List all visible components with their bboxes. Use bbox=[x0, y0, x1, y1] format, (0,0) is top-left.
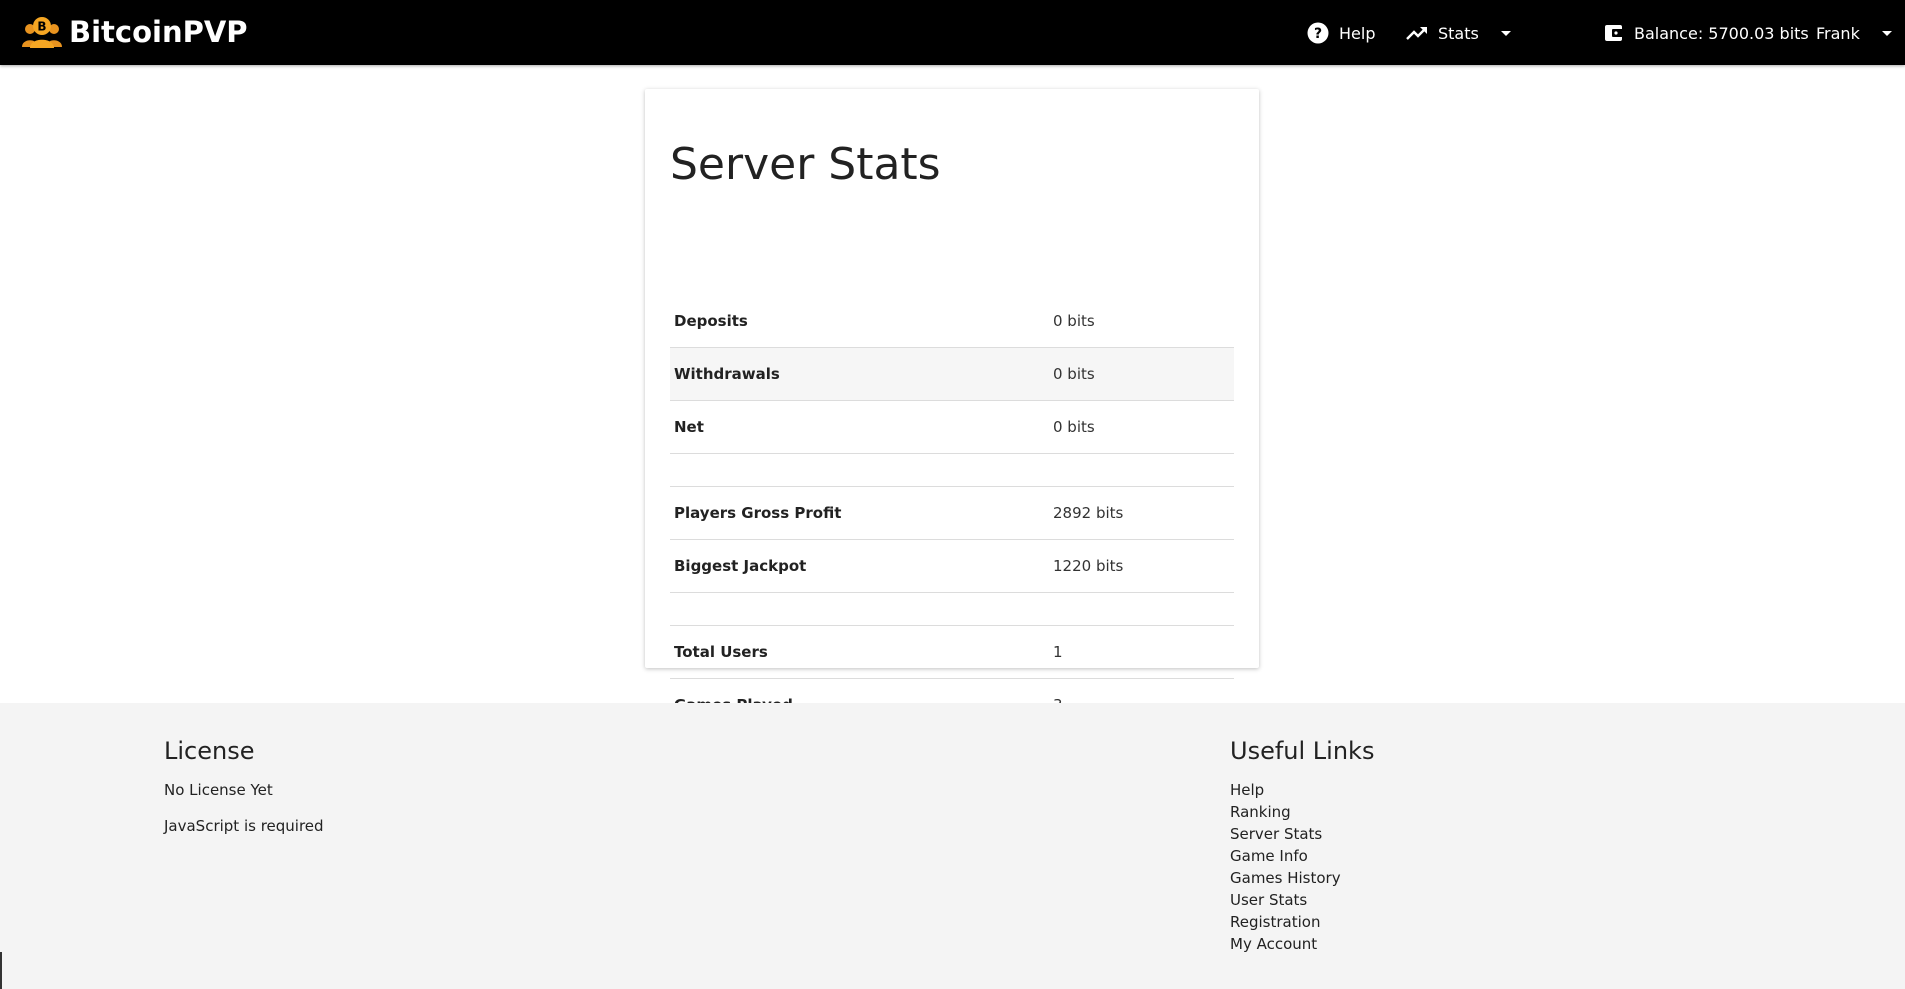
stats-row-net: Net 0 bits bbox=[670, 400, 1234, 454]
table-spacer-row bbox=[670, 592, 1234, 626]
stat-value: 1220 bits bbox=[1049, 539, 1234, 593]
license-heading: License bbox=[164, 737, 255, 765]
stat-value: 1 bbox=[1049, 625, 1234, 679]
stat-label: Biggest Jackpot bbox=[670, 539, 1049, 593]
stat-label: Net bbox=[670, 400, 1049, 454]
footer-link-help[interactable]: Help bbox=[1230, 781, 1264, 799]
stats-table: Deposits 0 bits Withdrawals 0 bits Net 0… bbox=[670, 295, 1234, 732]
bitcoin-users-logo-icon: B bbox=[22, 17, 62, 48]
stats-row-deposits: Deposits 0 bits bbox=[670, 295, 1234, 348]
username-label: Frank bbox=[1816, 23, 1860, 43]
balance-wallet[interactable]: Balance: 5700.03 bits bbox=[1604, 18, 1809, 48]
stats-nav-label: Stats bbox=[1438, 23, 1479, 43]
help-nav-link[interactable]: ? Help bbox=[1307, 18, 1375, 48]
help-icon: ? bbox=[1307, 22, 1329, 44]
useful-links-section: Useful Links Help Ranking Server Stats G… bbox=[1230, 737, 1374, 955]
footer-link-my-account[interactable]: My Account bbox=[1230, 935, 1317, 953]
page-title: Server Stats bbox=[670, 139, 941, 190]
stats-dropdown[interactable]: Stats bbox=[1406, 18, 1511, 48]
stat-label: Withdrawals bbox=[670, 347, 1049, 401]
svg-text:?: ? bbox=[1314, 26, 1322, 42]
trending-up-icon bbox=[1406, 27, 1427, 40]
stat-label: Players Gross Profit bbox=[670, 486, 1049, 540]
footer-link-ranking[interactable]: Ranking bbox=[1230, 803, 1291, 821]
useful-links-list: Help Ranking Server Stats Game Info Game… bbox=[1230, 779, 1374, 955]
stats-row-total-users: Total Users 1 bbox=[670, 625, 1234, 679]
wallet-icon bbox=[1605, 25, 1623, 41]
stat-value: 2892 bits bbox=[1049, 486, 1234, 540]
help-nav-label: Help bbox=[1339, 23, 1376, 43]
brand[interactable]: B BitcoinPVP bbox=[21, 14, 248, 50]
footer-link-game-info[interactable]: Game Info bbox=[1230, 847, 1308, 865]
javascript-notice: JavaScript is required bbox=[164, 817, 324, 835]
license-section: License No License Yet JavaScript is req… bbox=[164, 737, 324, 835]
table-spacer-row bbox=[670, 453, 1234, 487]
stat-value: 0 bits bbox=[1049, 347, 1234, 401]
useful-links-heading: Useful Links bbox=[1230, 737, 1375, 765]
stats-row-biggest-jackpot: Biggest Jackpot 1220 bits bbox=[670, 539, 1234, 593]
stats-row-withdrawals: Withdrawals 0 bits bbox=[670, 347, 1234, 401]
footer-link-server-stats[interactable]: Server Stats bbox=[1230, 825, 1322, 843]
chevron-down-icon bbox=[1881, 30, 1892, 36]
footer-link-user-stats[interactable]: User Stats bbox=[1230, 891, 1307, 909]
stats-row-players-gross-profit: Players Gross Profit 2892 bits bbox=[670, 486, 1234, 540]
user-menu[interactable]: Frank bbox=[1816, 18, 1892, 48]
footer-link-registration[interactable]: Registration bbox=[1230, 913, 1320, 931]
license-text: No License Yet bbox=[164, 781, 273, 799]
window-edge-divider bbox=[0, 952, 2, 989]
top-navbar: B BitcoinPVP ? Help Stats Balance: 5700.… bbox=[0, 0, 1905, 65]
stat-label: Deposits bbox=[670, 295, 1049, 348]
stat-value: 0 bits bbox=[1049, 400, 1234, 454]
brand-name: BitcoinPVP bbox=[69, 15, 248, 49]
footer-link-games-history[interactable]: Games History bbox=[1230, 869, 1341, 887]
footer: License No License Yet JavaScript is req… bbox=[0, 703, 1905, 989]
stat-label: Total Users bbox=[670, 625, 1049, 679]
balance-label: Balance: 5700.03 bits bbox=[1634, 23, 1809, 43]
stat-value: 0 bits bbox=[1049, 295, 1234, 348]
svg-text:B: B bbox=[37, 20, 46, 34]
server-stats-card: Server Stats Deposits 0 bits Withdrawals… bbox=[645, 89, 1259, 732]
chevron-down-icon bbox=[1500, 30, 1511, 36]
